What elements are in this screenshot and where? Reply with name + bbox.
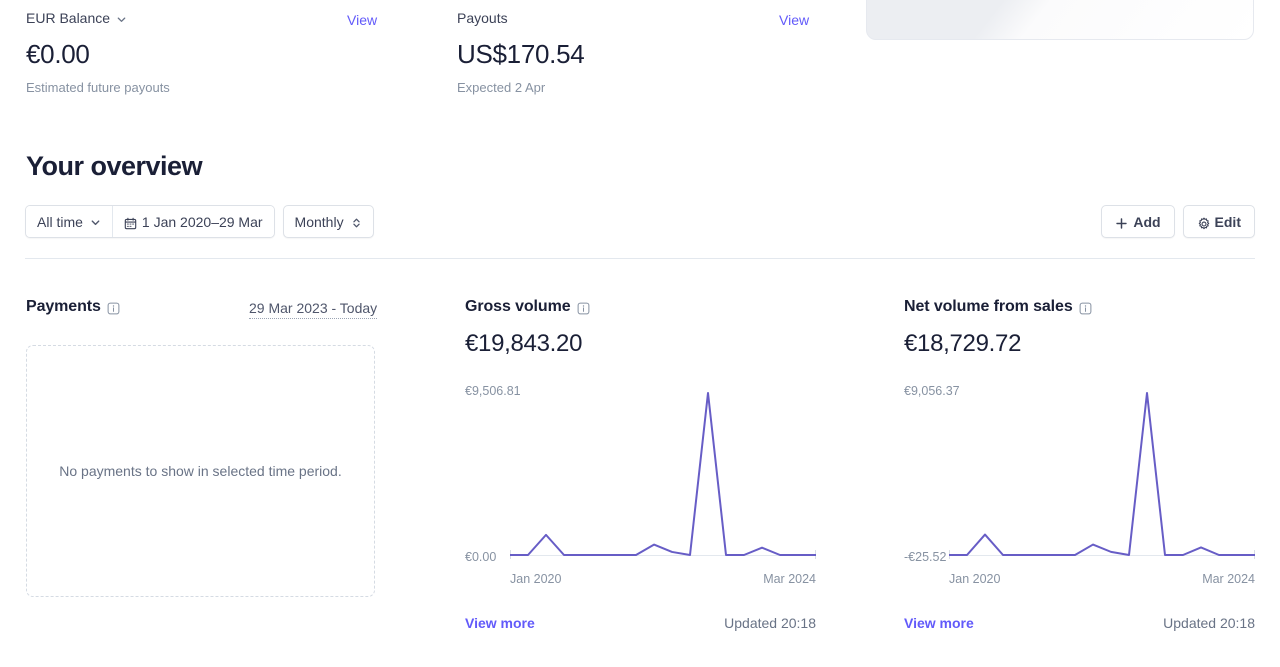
interval-label: Monthly	[294, 213, 344, 230]
account-summary-strip: EUR Balance €0.00 Estimated future payou…	[0, 0, 1280, 120]
net-volume-updated-label: Updated 20:18	[1163, 615, 1255, 631]
net-volume-value: €18,729.72	[904, 330, 1022, 357]
gross-volume-title-group: Gross volume	[465, 296, 590, 318]
net-volume-footer: View more Updated 20:18	[904, 612, 1255, 634]
net-volume-title-group: Net volume from sales	[904, 296, 1092, 318]
gross-volume-footer: View more Updated 20:18	[465, 612, 816, 634]
date-filter-group: All time 1 Jan 2020–29 Mar	[25, 205, 275, 238]
header-divider	[25, 258, 1255, 259]
balance-amount: €0.00	[26, 39, 90, 69]
balance-view-link[interactable]: View	[347, 10, 377, 30]
time-range-select[interactable]: All time	[26, 206, 112, 237]
date-range-label: 1 Jan 2020–29 Mar	[141, 213, 263, 230]
balance-label: EUR Balance	[26, 10, 111, 26]
edit-button[interactable]: Edit	[1182, 205, 1255, 238]
overview-page: EUR Balance €0.00 Estimated future payou…	[0, 0, 1280, 667]
payments-empty-state: No payments to show in selected time per…	[26, 345, 375, 597]
chevron-down-icon[interactable]	[116, 14, 127, 25]
calendar-icon	[124, 217, 137, 230]
net-volume-plot-area	[949, 389, 1255, 561]
card-graphic	[866, 0, 1254, 40]
chevron-down-icon	[90, 217, 101, 228]
overview-actions: Add Edit	[1101, 205, 1255, 238]
gross-volume-x-label-end: Mar 2024	[763, 572, 816, 586]
info-icon[interactable]	[1079, 302, 1092, 315]
payouts-amount: US$170.54	[457, 39, 585, 69]
payments-title-group: Payments	[26, 296, 120, 318]
net-volume-header: Net volume from sales	[904, 296, 1255, 318]
payouts-summary: Payouts US$170.54 Expected 2 Apr	[457, 8, 585, 97]
gross-volume-view-more-link[interactable]: View more	[465, 612, 535, 634]
add-button[interactable]: Add	[1101, 205, 1175, 238]
payments-empty-text: No payments to show in selected time per…	[59, 463, 342, 479]
overview-toolbar: All time 1 Jan 2020–29 Mar Monthly	[25, 205, 374, 238]
payouts-label: Payouts	[457, 10, 508, 26]
gross-volume-plot-area	[510, 389, 816, 561]
time-range-label: All time	[37, 213, 83, 230]
add-label: Add	[1133, 213, 1161, 230]
info-icon[interactable]	[107, 302, 120, 315]
net-volume-x-label-end: Mar 2024	[1202, 572, 1255, 586]
balance-header[interactable]: EUR Balance	[26, 8, 170, 28]
net-volume-chart: €9,056.37 -€25.52 Jan 2020 Mar 2024	[904, 383, 1255, 593]
net-volume-y-min-label: -€25.52	[904, 550, 947, 564]
interval-select[interactable]: Monthly	[282, 205, 374, 238]
balance-summary: EUR Balance €0.00 Estimated future payou…	[26, 8, 170, 97]
gross-volume-x-label-start: Jan 2020	[510, 572, 562, 586]
payments-title: Payments	[26, 298, 101, 315]
date-range-picker[interactable]: 1 Jan 2020–29 Mar	[111, 206, 274, 237]
payments-section: Payments 29 Mar 2023 - Today	[26, 296, 426, 319]
payments-range-link[interactable]: 29 Mar 2023 - Today	[249, 298, 378, 319]
gross-volume-header: Gross volume	[465, 296, 865, 318]
payments-header: Payments 29 Mar 2023 - Today	[26, 296, 426, 319]
gross-volume-value: €19,843.20	[465, 330, 583, 357]
net-volume-x-label-start: Jan 2020	[949, 572, 1001, 586]
net-volume-view-more-link[interactable]: View more	[904, 612, 974, 634]
net-volume-title: Net volume from sales	[904, 298, 1073, 315]
info-icon[interactable]	[577, 302, 590, 315]
plus-icon	[1115, 217, 1128, 229]
gross-volume-y-min-label: €0.00	[465, 550, 497, 564]
net-volume-section: Net volume from sales €18,729.72	[904, 296, 1255, 360]
payouts-header: Payouts	[457, 8, 584, 28]
gear-icon	[1197, 217, 1209, 230]
payouts-subtitle: Expected 2 Apr	[457, 80, 546, 95]
gross-volume-title: Gross volume	[465, 298, 571, 315]
balance-subtitle: Estimated future payouts	[26, 80, 170, 95]
gross-volume-section: Gross volume €19,843.20	[465, 296, 865, 360]
payouts-view-link[interactable]: View	[779, 10, 809, 30]
page-title: Your overview	[26, 151, 203, 181]
gross-volume-updated-label: Updated 20:18	[724, 615, 816, 631]
edit-label: Edit	[1214, 213, 1241, 230]
chevron-up-down-icon	[351, 217, 362, 228]
gross-volume-chart: €9,506.81 €0.00 Jan 2020 Mar 2024	[465, 383, 816, 593]
